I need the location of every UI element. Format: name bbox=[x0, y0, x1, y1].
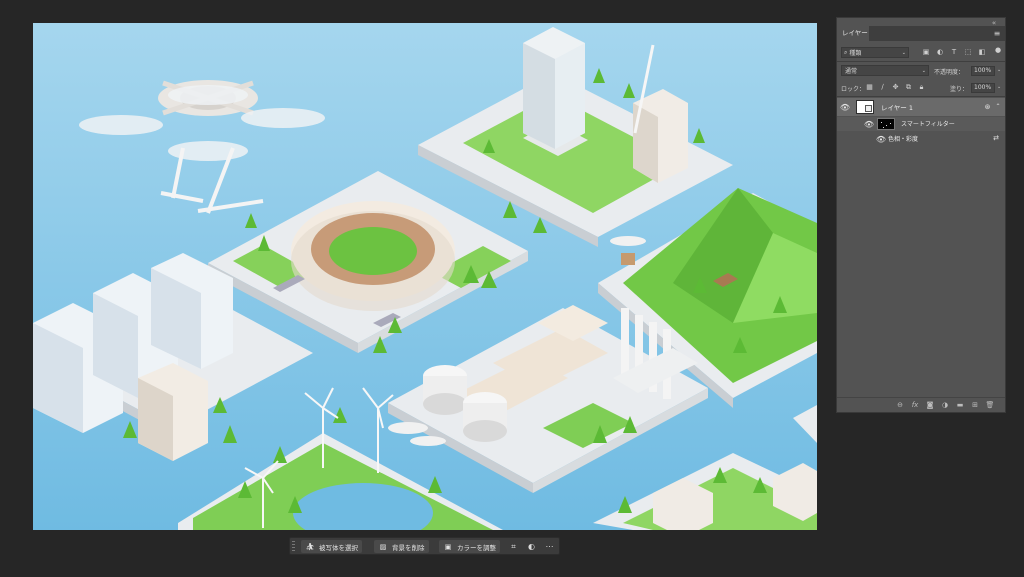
more-options-icon[interactable]: ⋯ bbox=[543, 540, 556, 553]
chevron-down-icon: ⌄ bbox=[921, 67, 926, 74]
divider bbox=[837, 61, 1005, 62]
layer-filter-row: ⌕ 種類 ⌄ ▣ ◐ T ⬚ ◧ ● bbox=[837, 45, 1005, 60]
person-icon: ⛹︎ bbox=[305, 542, 315, 551]
panel-menu-icon[interactable]: ≡ bbox=[991, 26, 1003, 41]
lock-label: ロック： bbox=[841, 86, 866, 93]
pixel-filter-icon[interactable]: ▣ bbox=[921, 47, 931, 57]
fill-label: 塗り： bbox=[950, 86, 969, 93]
transform-icon[interactable]: ⌗ bbox=[507, 540, 520, 553]
contextual-task-bar: ⛹︎ 被写体を選択 ▨ 背景を削除 ▣ カラーを調整 ⌗ ◐ ⋯ bbox=[289, 537, 560, 555]
search-icon: ⌕ bbox=[844, 48, 848, 56]
smart-filters-row[interactable]: 👁︎ スマートフィルター bbox=[837, 117, 1005, 131]
tab-layers[interactable]: レイヤー bbox=[837, 26, 869, 41]
expand-chevron-icon[interactable]: ⌃ bbox=[994, 102, 1002, 111]
blend-row: 通常 ⌄ 不透明度： 100% ⌄ bbox=[837, 63, 1005, 78]
filter-name: 色相・彩度 bbox=[888, 136, 919, 143]
opacity-chevron-icon[interactable]: ⌄ bbox=[997, 67, 1001, 73]
layer-name[interactable]: レイヤー 1 bbox=[881, 102, 913, 112]
adjustment-filter-icon[interactable]: ◐ bbox=[935, 47, 945, 57]
link-layers-icon[interactable]: ⊖ bbox=[895, 400, 905, 410]
adjust-color-label: カラーを調整 bbox=[457, 543, 496, 552]
layers-panel: « レイヤー ≡ ⌕ 種類 ⌄ ▣ ◐ T ⬚ ◧ ● 通常 ⌄ 不透明度： 1… bbox=[836, 17, 1006, 413]
smart-filters-label: スマートフィルター bbox=[901, 121, 955, 128]
city-illustration bbox=[33, 23, 817, 530]
smart-object-filter-icon[interactable]: ◧ bbox=[977, 47, 987, 57]
smart-object-badge-icon bbox=[865, 105, 872, 112]
fx-icon[interactable]: fx bbox=[910, 400, 920, 410]
panel-tab-bar: レイヤー ≡ bbox=[837, 26, 1005, 41]
filter-eye-icon[interactable]: 👁︎ bbox=[876, 134, 886, 144]
mask-icon[interactable]: ◐ bbox=[525, 540, 538, 553]
drag-handle[interactable] bbox=[292, 541, 295, 552]
blend-mode-dropdown[interactable]: 通常 ⌄ bbox=[841, 65, 929, 76]
smart-filter-eye-icon[interactable]: 👁︎ bbox=[864, 119, 874, 129]
filter-kind-dropdown[interactable]: ⌕ 種類 ⌄ bbox=[841, 47, 909, 58]
remove-bg-label: 背景を削除 bbox=[392, 543, 425, 552]
opacity-field[interactable]: 100% bbox=[971, 66, 995, 76]
layer-thumbnail bbox=[856, 100, 874, 114]
lock-image-icon[interactable]: ∕ bbox=[878, 82, 887, 92]
divider bbox=[837, 96, 1005, 97]
filter-item-row[interactable]: 👁︎ 色相・彩度 ⇄ bbox=[837, 132, 1005, 146]
shape-filter-icon[interactable]: ⬚ bbox=[963, 47, 973, 57]
fill-field[interactable]: 100% bbox=[971, 83, 995, 93]
layer-row[interactable]: 👁︎ レイヤー 1 ⊛ ⌃ bbox=[837, 98, 1005, 116]
image-icon: ▨ bbox=[379, 542, 387, 551]
filter-kind-label: 種類 bbox=[849, 50, 862, 57]
lock-artboard-icon[interactable]: ⧉ bbox=[904, 82, 913, 92]
new-layer-icon[interactable]: ⊞ bbox=[970, 400, 980, 410]
select-subject-button[interactable]: ⛹︎ 被写体を選択 bbox=[301, 540, 362, 553]
chevron-down-icon: ⌄ bbox=[901, 49, 906, 56]
filter-toggle-icon[interactable]: ● bbox=[993, 45, 1003, 55]
panel-footer: ⊖ fx ◙ ◑ ▬ ⊞ 🗑︎ bbox=[837, 397, 1005, 412]
add-mask-icon[interactable]: ◙ bbox=[925, 400, 935, 410]
lock-position-icon[interactable]: ✥ bbox=[891, 82, 900, 92]
lock-transparent-icon[interactable]: ▦ bbox=[865, 82, 874, 92]
select-subject-label: 被写体を選択 bbox=[319, 543, 358, 552]
lock-row: ロック： ▦ ∕ ✥ ⧉ 🔒︎ 塗り： 100% ⌄ bbox=[837, 80, 1005, 95]
delete-layer-icon[interactable]: 🗑︎ bbox=[985, 400, 995, 410]
adjustment-layer-icon[interactable]: ◑ bbox=[940, 400, 950, 410]
smart-filter-indicator-icon[interactable]: ⊛ bbox=[983, 102, 992, 111]
document-canvas[interactable] bbox=[33, 23, 817, 530]
new-group-icon[interactable]: ▬ bbox=[955, 400, 965, 410]
fill-chevron-icon[interactable]: ⌄ bbox=[997, 84, 1001, 90]
blend-mode-value: 通常 bbox=[845, 68, 858, 75]
filter-blending-options-icon[interactable]: ⇄ bbox=[993, 134, 999, 142]
opacity-label: 不透明度： bbox=[934, 69, 965, 76]
lock-all-icon[interactable]: 🔒︎ bbox=[917, 82, 926, 92]
color-adjust-icon: ▣ bbox=[444, 542, 452, 551]
type-filter-icon[interactable]: T bbox=[949, 47, 959, 57]
smart-filter-mask-thumbnail bbox=[877, 118, 895, 130]
visibility-eye-icon[interactable]: 👁︎ bbox=[840, 102, 850, 112]
adjust-color-button[interactable]: ▣ カラーを調整 bbox=[439, 540, 500, 553]
remove-background-button[interactable]: ▨ 背景を削除 bbox=[374, 540, 429, 553]
